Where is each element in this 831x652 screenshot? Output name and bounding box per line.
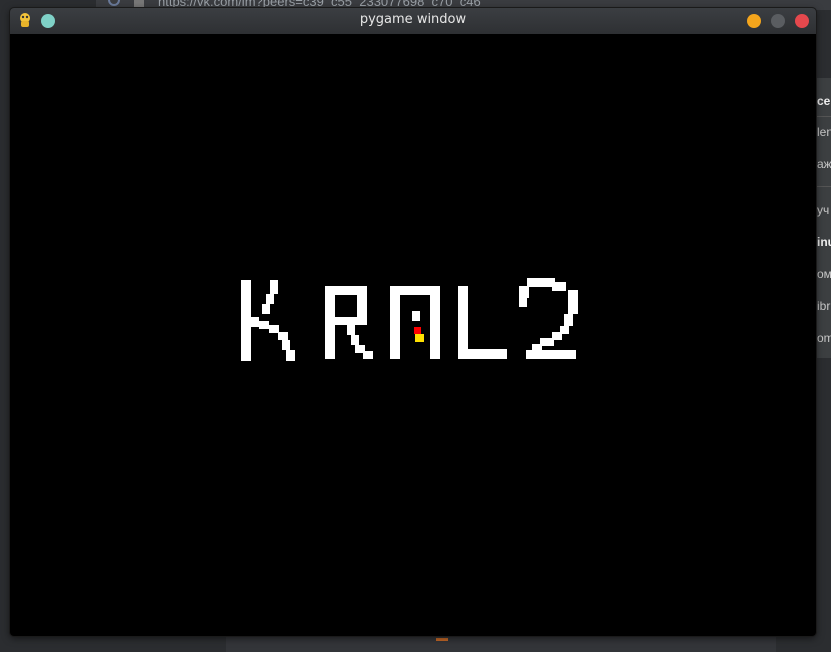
background-side-panel: ce len аж уч inu ом ibr om [814, 78, 831, 358]
side-row: аж [817, 157, 831, 171]
side-row: om [817, 331, 831, 345]
side-row: inu [817, 235, 831, 249]
page-icon [134, 0, 144, 7]
game-canvas[interactable] [12, 34, 814, 634]
letter-a [390, 286, 440, 359]
side-row: ом [817, 267, 831, 281]
side-row: уч [817, 203, 830, 217]
divider [814, 116, 831, 117]
digit-2 [519, 278, 578, 359]
player-cursor [414, 327, 424, 342]
letter-k [241, 280, 295, 361]
letter-r [325, 286, 373, 359]
game-drawing [241, 278, 578, 361]
pygame-window: pygame window [10, 8, 816, 636]
divider [814, 186, 831, 187]
background-taskbar [226, 636, 776, 652]
side-row: ibr [817, 299, 831, 313]
game-title-kral2 [241, 278, 578, 361]
title-bar[interactable]: pygame window [10, 8, 816, 34]
window-title: pygame window [359, 12, 467, 27]
side-row: ce [817, 94, 831, 108]
maximize-button[interactable] [771, 14, 785, 28]
shield-icon [108, 0, 120, 6]
side-row: len [817, 125, 831, 139]
letter-l [458, 286, 507, 359]
minimize-button[interactable] [747, 14, 761, 28]
close-button[interactable] [795, 14, 809, 28]
taskbar-indicator [436, 638, 448, 641]
